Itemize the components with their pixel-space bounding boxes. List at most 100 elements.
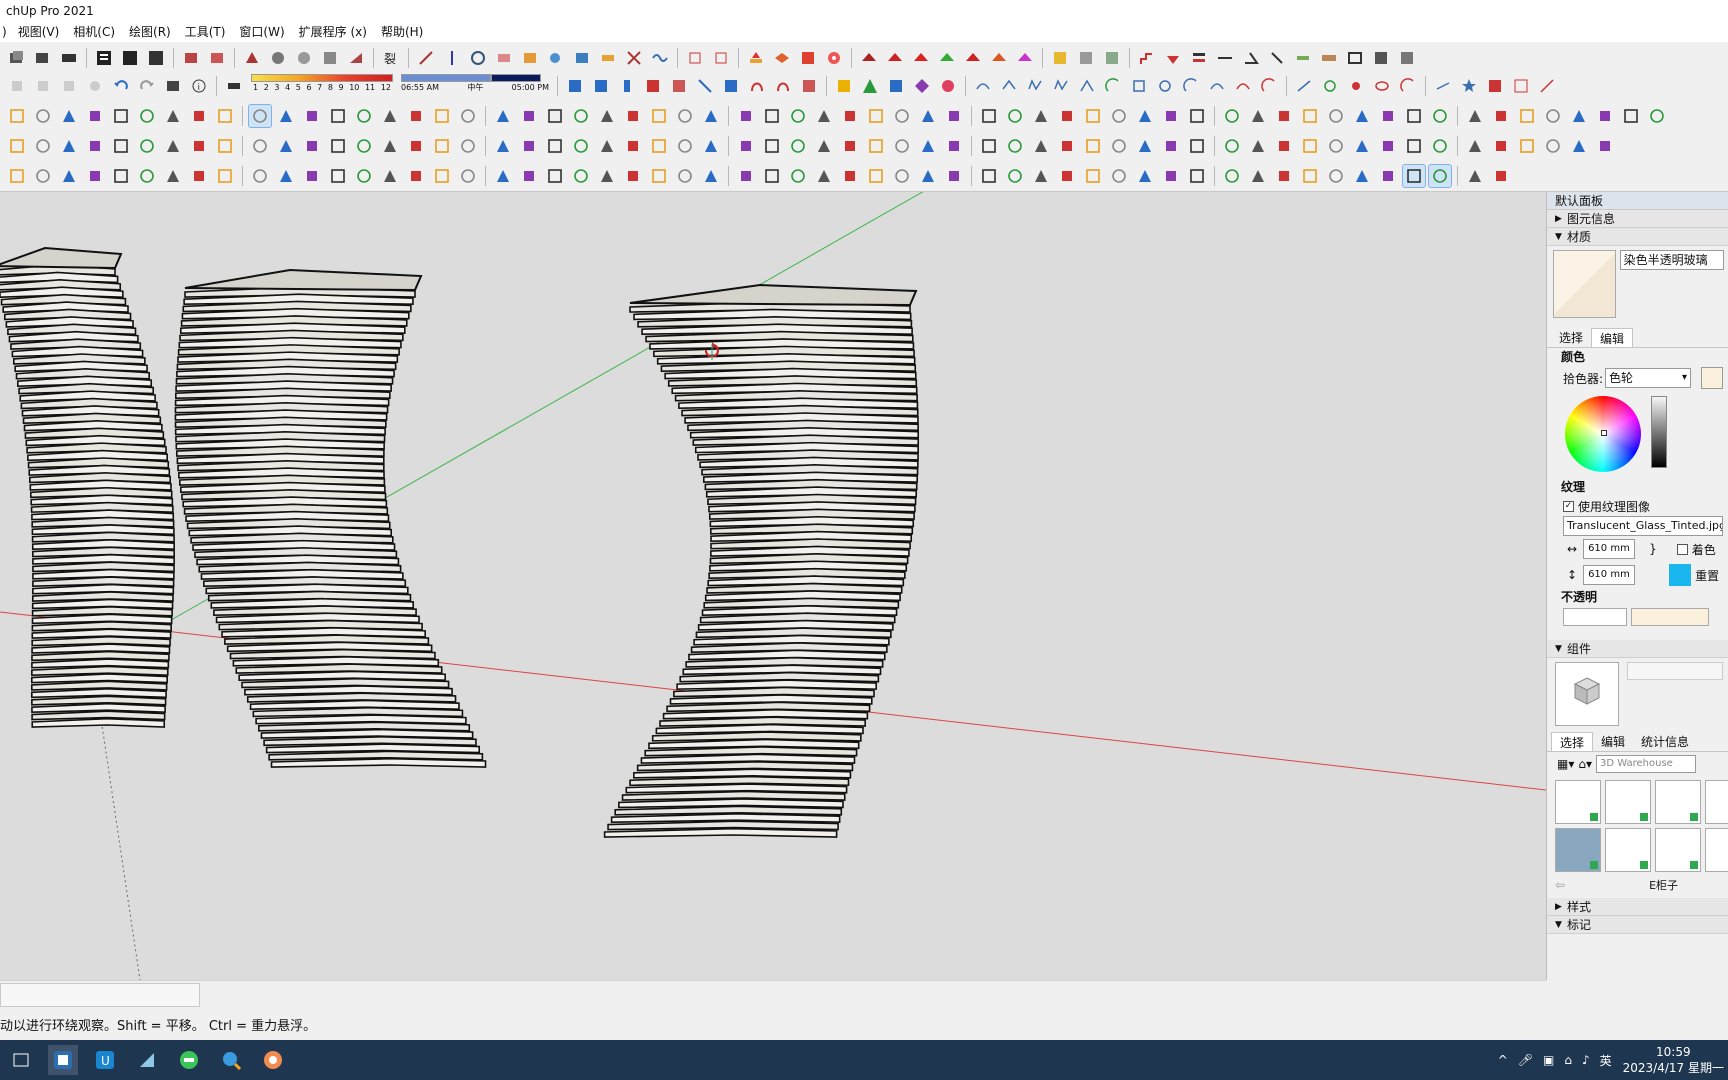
row3-tool-23-icon[interactable]	[596, 105, 618, 127]
row3-tool-37-icon[interactable]	[978, 105, 1000, 127]
stack-icon[interactable]	[797, 47, 819, 69]
row4-tool-3-icon[interactable]	[58, 135, 80, 157]
row4-tool-31-icon[interactable]	[813, 135, 835, 157]
fence-icon[interactable]	[1344, 47, 1366, 69]
row5-tool-42-icon[interactable]	[1108, 165, 1130, 187]
link-icon[interactable]: }	[1649, 542, 1657, 556]
paste-icon[interactable]	[58, 75, 80, 97]
select-icon[interactable]	[6, 75, 28, 97]
sandbox-5-icon[interactable]	[962, 47, 984, 69]
drop-icon[interactable]	[745, 47, 767, 69]
copy-scene-icon[interactable]	[32, 47, 54, 69]
row4-tool-9-icon[interactable]	[214, 135, 236, 157]
sandbox-7-icon[interactable]	[1014, 47, 1036, 69]
row5-tool-2-icon[interactable]	[32, 165, 54, 187]
home-icon[interactable]: ⌂▾	[1578, 757, 1592, 771]
row3-tool-61-icon[interactable]	[1620, 105, 1642, 127]
bench-icon[interactable]	[1292, 47, 1314, 69]
row4-tool-55-icon[interactable]	[1464, 135, 1486, 157]
menu-item-view[interactable]: 视图(V)	[11, 22, 67, 42]
dimension-icon[interactable]	[684, 47, 706, 69]
follow-icon[interactable]	[493, 47, 515, 69]
row5-tool-46-icon[interactable]	[1221, 165, 1243, 187]
row5-tool-41-icon[interactable]	[1082, 165, 1104, 187]
row5-tool-52-icon[interactable]	[1377, 165, 1399, 187]
curve-7-icon[interactable]	[1484, 75, 1506, 97]
row5-tool-37-icon[interactable]	[978, 165, 1000, 187]
row5-tool-21-icon[interactable]	[544, 165, 566, 187]
styles-section[interactable]: ▶ 样式	[1547, 898, 1728, 916]
browser-task-icon[interactable]	[258, 1045, 288, 1075]
solid-subtract-icon[interactable]	[571, 47, 593, 69]
row4-tool-41-icon[interactable]	[1082, 135, 1104, 157]
material-swatch[interactable]	[1553, 250, 1616, 318]
row4-tool-57-icon[interactable]	[1516, 135, 1538, 157]
row5-tool-3-icon[interactable]	[58, 165, 80, 187]
menu-item-draw[interactable]: 绘图(R)	[122, 22, 178, 42]
row4-tool-8-icon[interactable]	[188, 135, 210, 157]
row3-tool-9-icon[interactable]	[214, 105, 236, 127]
ime-indicator[interactable]: 英	[1600, 1052, 1612, 1069]
row3-tool-1-icon[interactable]	[6, 105, 28, 127]
row4-tool-5-icon[interactable]	[110, 135, 132, 157]
row5-tool-51-icon[interactable]	[1351, 165, 1373, 187]
colorize-checkbox[interactable]	[1676, 543, 1688, 555]
row3-tool-44-icon[interactable]	[1160, 105, 1182, 127]
row5-tool-28-icon[interactable]	[735, 165, 757, 187]
component-thumb[interactable]	[1705, 780, 1728, 824]
solar-7-icon[interactable]	[720, 75, 742, 97]
row5-tool-13-icon[interactable]	[327, 165, 349, 187]
model-scene[interactable]	[0, 192, 1546, 980]
flatten-icon[interactable]	[771, 47, 793, 69]
row3-tool-54-icon[interactable]	[1429, 105, 1451, 127]
row5-tool-22-icon[interactable]	[570, 165, 592, 187]
row3-tool-24-icon[interactable]	[622, 105, 644, 127]
follow-me-icon[interactable]	[267, 47, 289, 69]
solar-1-icon[interactable]	[564, 75, 586, 97]
row3-tool-56-icon[interactable]	[1490, 105, 1512, 127]
component-thumb[interactable]	[1605, 828, 1651, 872]
delete-icon[interactable]	[84, 75, 106, 97]
print-preview-icon[interactable]	[162, 75, 184, 97]
extension-warehouse-icon[interactable]	[1075, 47, 1097, 69]
row3-tool-52-icon[interactable]	[1377, 105, 1399, 127]
row4-tool-40-icon[interactable]	[1056, 135, 1078, 157]
arc-6-icon[interactable]	[1102, 75, 1124, 97]
row5-tool-53-icon[interactable]	[1402, 164, 1426, 188]
tab-comp-select[interactable]: 选择	[1551, 732, 1594, 751]
row4-tool-38-icon[interactable]	[1004, 135, 1026, 157]
shadow-time-slider[interactable]: 06:55 AM 中午 05:00 PM	[401, 74, 549, 98]
components-section[interactable]: ▼ 组件	[1547, 640, 1728, 658]
row3-tool-55-icon[interactable]	[1464, 105, 1486, 127]
row4-tool-52-icon[interactable]	[1377, 135, 1399, 157]
row3-tool-46-icon[interactable]	[1221, 105, 1243, 127]
row5-tool-29-icon[interactable]	[761, 165, 783, 187]
row3-tool-8-icon[interactable]	[188, 105, 210, 127]
row4-tool-2-icon[interactable]	[32, 135, 54, 157]
row4-tool-36-icon[interactable]	[943, 135, 965, 157]
reset-color-swatch[interactable]	[1669, 564, 1692, 586]
row5-tool-34-icon[interactable]	[891, 165, 913, 187]
row4-tool-16-icon[interactable]	[405, 135, 427, 157]
row4-tool-44-icon[interactable]	[1160, 135, 1182, 157]
row4-tool-27-icon[interactable]	[700, 135, 722, 157]
scissors-icon[interactable]	[623, 47, 645, 69]
row4-tool-48-icon[interactable]	[1273, 135, 1295, 157]
row3-tool-48-icon[interactable]	[1273, 105, 1295, 127]
curve-6-icon[interactable]	[1432, 75, 1454, 97]
row3-tool-25-icon[interactable]	[648, 105, 670, 127]
vase-right[interactable]	[603, 283, 920, 838]
redo-icon[interactable]	[136, 75, 158, 97]
texture-file-field[interactable]: Translucent_Glass_Tinted.jpg	[1563, 516, 1723, 536]
copy-icon[interactable]	[32, 75, 54, 97]
row3-tool-10-icon[interactable]	[248, 104, 272, 128]
row5-tool-39-icon[interactable]	[1030, 165, 1052, 187]
ruler-icon[interactable]	[1318, 47, 1340, 69]
row4-tool-56-icon[interactable]	[1490, 135, 1512, 157]
angle-icon[interactable]	[1240, 47, 1262, 69]
tray-app-icon[interactable]: ▣	[1543, 1053, 1554, 1067]
row5-tool-36-icon[interactable]	[943, 165, 965, 187]
row4-tool-28-icon[interactable]	[735, 135, 757, 157]
row3-tool-60-icon[interactable]	[1594, 105, 1616, 127]
row5-tool-9-icon[interactable]	[214, 165, 236, 187]
